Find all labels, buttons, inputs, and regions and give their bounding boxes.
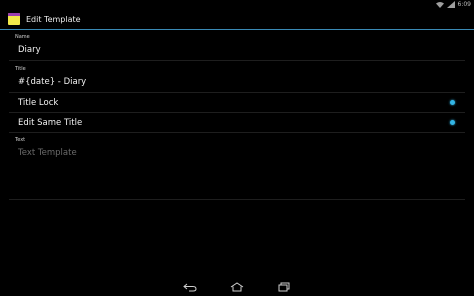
action-bar: Edit Template — [0, 9, 474, 30]
edit-same-title-checkbox[interactable] — [450, 120, 455, 125]
title-lock-row[interactable]: Title Lock — [9, 93, 465, 113]
edit-same-title-row[interactable]: Edit Same Title — [9, 113, 465, 133]
name-field[interactable]: Name Diary — [9, 34, 465, 61]
text-area-divider — [9, 163, 465, 200]
title-input[interactable]: #{date} - Diary — [18, 72, 465, 92]
text-input[interactable]: Text Template — [18, 143, 465, 163]
title-lock-checkbox[interactable] — [450, 100, 455, 105]
title-lock-label: Title Lock — [18, 97, 59, 108]
title-field[interactable]: Title #{date} - Diary — [9, 66, 465, 93]
clock: 6:09 — [457, 1, 471, 8]
back-icon[interactable] — [183, 282, 197, 292]
navigation-bar — [0, 278, 474, 296]
screen: 6:09 Edit Template Name Diary Title #{da… — [0, 0, 474, 296]
status-bar: 6:09 — [0, 0, 474, 9]
home-icon[interactable] — [230, 282, 244, 292]
app-icon[interactable] — [8, 13, 20, 25]
page-title: Edit Template — [26, 14, 81, 24]
text-field[interactable]: Text Text Template — [9, 137, 465, 163]
wifi-icon — [435, 2, 444, 8]
edit-same-title-label: Edit Same Title — [18, 117, 83, 128]
signal-icon — [446, 1, 455, 8]
recent-apps-icon[interactable] — [277, 282, 291, 292]
name-input[interactable]: Diary — [18, 40, 465, 60]
template-form: Name Diary Title #{date} - Diary Title L… — [9, 34, 465, 200]
